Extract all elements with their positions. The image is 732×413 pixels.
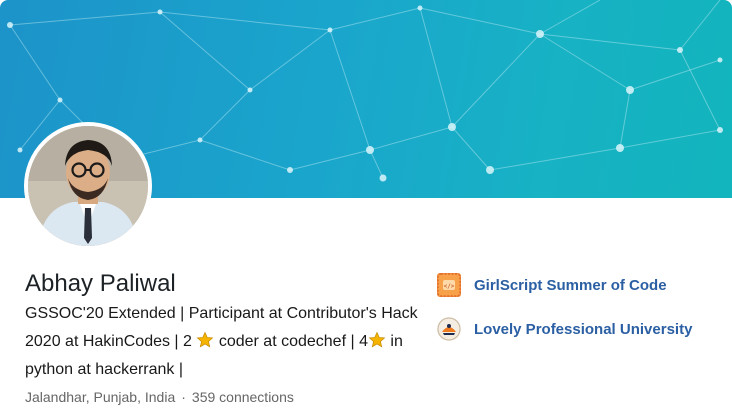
star-icon <box>196 331 214 348</box>
profile-location-row: Jalandhar, Punjab, India · 359 connections <box>25 389 294 405</box>
connections-count[interactable]: 359 connections <box>192 389 294 405</box>
avatar-photo <box>28 126 148 246</box>
org-lpu[interactable]: Lovely Professional University <box>437 316 692 342</box>
star-icon <box>368 331 386 348</box>
profile-avatar[interactable] <box>24 122 152 250</box>
girlscript-logo-icon: </> <box>437 273 461 297</box>
headline-text-2: coder at codechef | 4 <box>214 333 368 350</box>
lpu-logo-icon <box>437 317 461 341</box>
org-girlscript-label[interactable]: GirlScript Summer of Code <box>474 277 667 294</box>
svg-text:</>: </> <box>444 283 455 290</box>
profile-card: Abhay Paliwal GSSOC'20 Extended | Partic… <box>0 0 732 413</box>
profile-name: Abhay Paliwal <box>25 270 176 297</box>
separator-dot: · <box>181 389 186 405</box>
org-lpu-label[interactable]: Lovely Professional University <box>474 321 692 338</box>
org-girlscript[interactable]: </> GirlScript Summer of Code <box>437 272 692 298</box>
profile-headline: GSSOC'20 Extended | Participant at Contr… <box>25 300 425 384</box>
profile-organizations: </> GirlScript Summer of Code Lovely Pro… <box>437 272 692 360</box>
profile-location: Jalandhar, Punjab, India <box>25 389 176 405</box>
